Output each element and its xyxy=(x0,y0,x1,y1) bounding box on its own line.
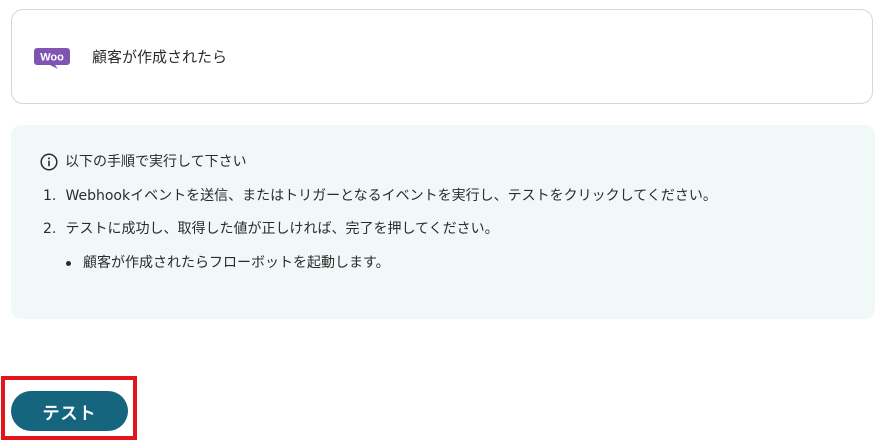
step-number: 2. xyxy=(43,221,57,237)
bullet-dot-icon xyxy=(66,260,71,266)
test-button[interactable]: テスト xyxy=(11,391,128,431)
instruction-step-1: 1. Webhookイベントを送信、またはトリガーとなるイベントを実行し、テスト… xyxy=(43,186,717,206)
info-icon xyxy=(40,153,58,171)
instruction-bullet: 顧客が作成されたらフローボットを起動します。 xyxy=(66,253,390,273)
woocommerce-logo-icon: Woo xyxy=(34,48,70,69)
page: Woo 顧客が作成されたら 以下の手順で実行して下さい 1. Webhookイベ… xyxy=(0,0,891,442)
instructions-panel: 以下の手順で実行して下さい 1. Webhookイベントを送信、またはトリガーと… xyxy=(11,125,875,319)
woocommerce-logo-text: Woo xyxy=(40,52,64,64)
step-number: 1. xyxy=(43,188,57,204)
step-text: テストに成功し、取得した値が正しければ、完了を押してください。 xyxy=(65,221,499,237)
bullet-text: 顧客が作成されたらフローボットを起動します。 xyxy=(83,255,390,271)
instructions-heading: 以下の手順で実行して下さい xyxy=(40,152,247,172)
instructions-heading-text: 以下の手順で実行して下さい xyxy=(65,154,247,170)
instruction-step-2: 2. テストに成功し、取得した値が正しければ、完了を押してください。 xyxy=(43,219,499,239)
trigger-title: 顧客が作成されたら xyxy=(92,48,228,66)
step-text: Webhookイベントを送信、またはトリガーとなるイベントを実行し、テストをクリ… xyxy=(65,188,717,204)
trigger-card[interactable]: Woo 顧客が作成されたら xyxy=(11,9,873,104)
